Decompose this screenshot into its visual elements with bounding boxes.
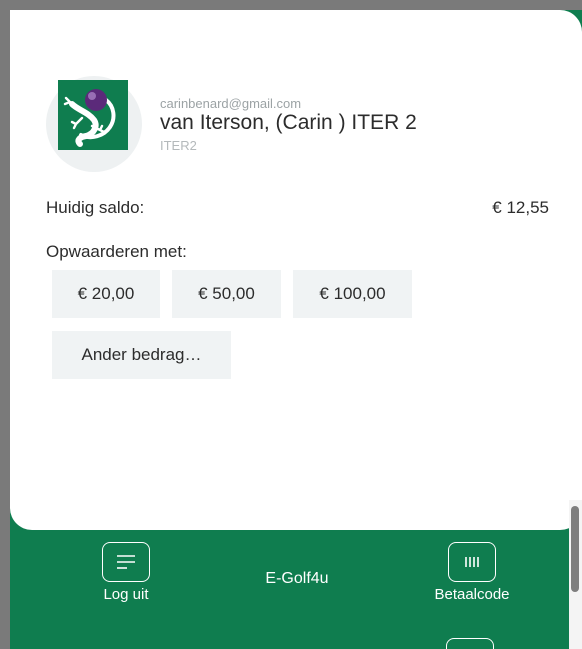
pay-code-button[interactable]: Betaalcode bbox=[422, 542, 522, 603]
scrollbar-thumb[interactable] bbox=[571, 506, 579, 592]
app-frame: carinbenard@gmail.com van Iterson, (Cari… bbox=[10, 10, 582, 649]
topup-50-button[interactable]: € 50,00 bbox=[172, 270, 281, 318]
topup-100-button[interactable]: € 100,00 bbox=[293, 270, 412, 318]
barcode-icon bbox=[448, 542, 496, 582]
user-email: carinbenard@gmail.com bbox=[160, 96, 302, 111]
brand-name: E-Golf4u bbox=[265, 570, 329, 587]
avatar bbox=[46, 76, 142, 172]
menu-lines-icon bbox=[102, 542, 150, 582]
topup-20-button[interactable]: € 20,00 bbox=[52, 270, 160, 318]
balance-label: Huidig saldo: bbox=[46, 198, 145, 217]
lizard-golfball-logo-icon bbox=[58, 80, 128, 150]
account-card: carinbenard@gmail.com van Iterson, (Cari… bbox=[10, 10, 582, 530]
logout-button[interactable]: Log uit bbox=[96, 542, 156, 603]
balance-value: € 12,55 bbox=[492, 198, 549, 217]
logout-label: Log uit bbox=[103, 586, 149, 603]
user-name: van Iterson, (Carin ) ITER 2 bbox=[160, 111, 417, 134]
topup-label: Opwaarderen met: bbox=[46, 242, 187, 261]
next-nav-icon[interactable] bbox=[446, 638, 494, 649]
pay-code-label: Betaalcode bbox=[434, 586, 510, 603]
other-amount-button[interactable]: Ander bedrag… bbox=[52, 331, 231, 379]
user-code: ITER2 bbox=[160, 138, 197, 153]
